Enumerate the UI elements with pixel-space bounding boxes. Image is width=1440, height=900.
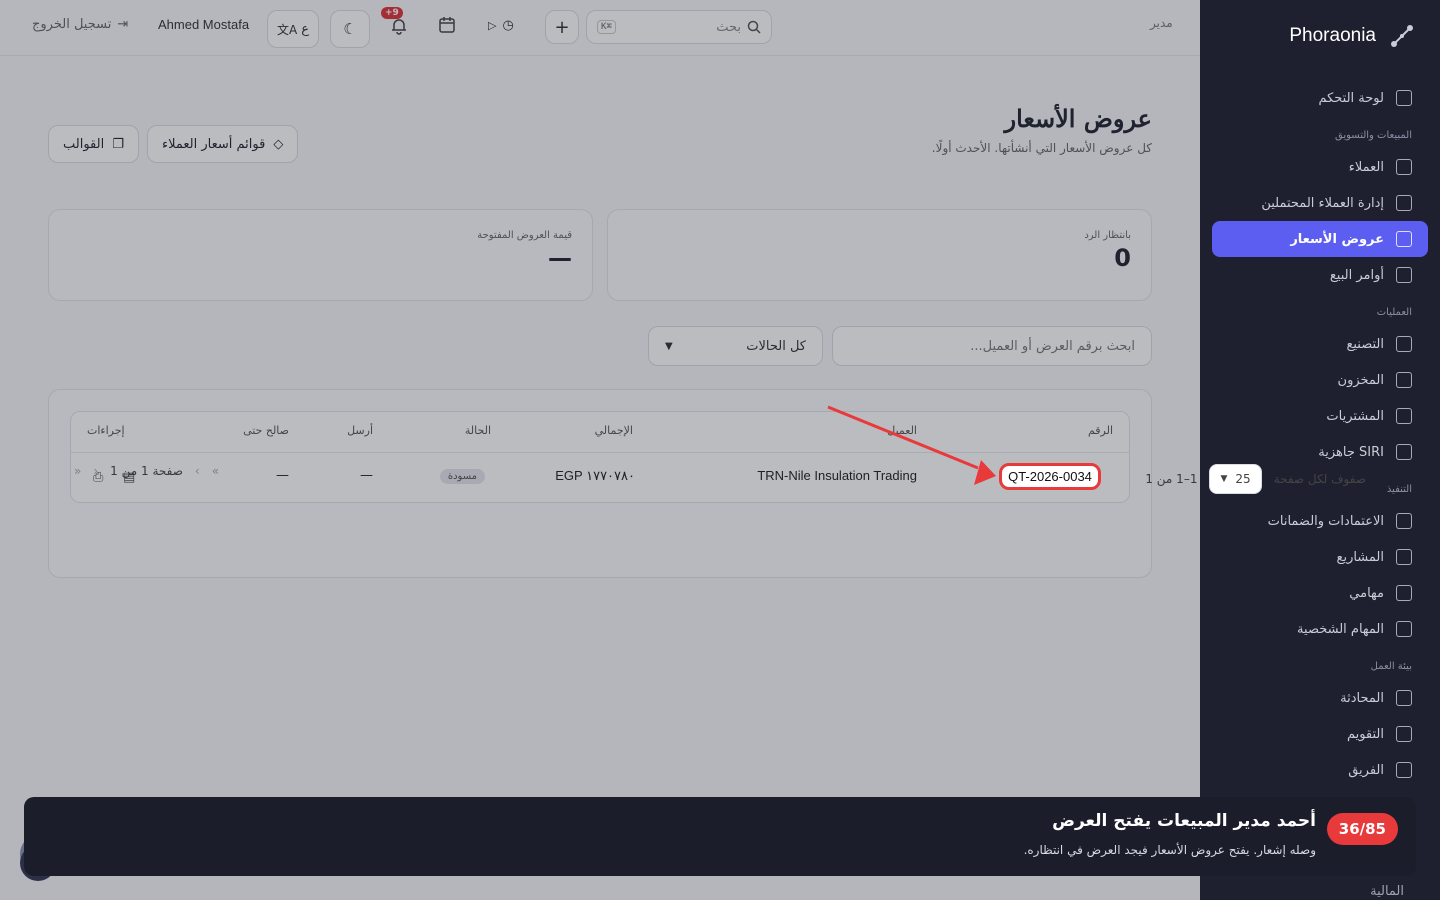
sidebar-item[interactable]: أوامر البيع	[1212, 257, 1428, 293]
sidebar-item-label: الفريق	[1348, 762, 1384, 778]
sidebar-item[interactable]: المشاريع	[1212, 539, 1428, 575]
brand[interactable]: Phoraonia	[1200, 0, 1440, 72]
tour-overlay	[0, 0, 1200, 900]
sidebar-item[interactable]: التقويم	[1212, 716, 1428, 752]
sidebar-item[interactable]: العملاء	[1212, 149, 1428, 185]
tour-step-panel: 36/85 أحمد مدير المبيعات يفتح العرض وصله…	[24, 797, 1416, 876]
sidebar-item[interactable]: المهام الشخصية	[1212, 611, 1428, 647]
gauge-icon	[1396, 444, 1412, 460]
sidebar-item-label: المحادثة	[1340, 690, 1384, 706]
customers-icon	[1396, 159, 1412, 175]
sidebar-item-label: عروض الأسعار	[1290, 231, 1384, 247]
sidebar-item-label: إدارة العملاء المحتملين	[1261, 195, 1384, 211]
sidebar-item-label: أوامر البيع	[1329, 267, 1384, 283]
warehouse-icon	[1396, 372, 1412, 388]
sidebar-item-label: المخزون	[1337, 372, 1384, 388]
sidebar-item-label: المهام الشخصية	[1297, 621, 1384, 637]
rows-per-page-label: صفوف لكل صفحة	[1273, 472, 1366, 486]
sidebar-item-label: المشتريات	[1326, 408, 1384, 424]
sidebar: Phoraonia لوحة التحكم المبيعات والتسويق ال…	[1200, 0, 1440, 900]
sidebar-item[interactable]: التصنيع	[1212, 326, 1428, 362]
rows-per-page-value: 25	[1235, 472, 1251, 486]
logo-icon	[1388, 22, 1416, 50]
chevron-down-icon: ▼	[1220, 474, 1228, 484]
sidebar-item[interactable]: المخزون	[1212, 362, 1428, 398]
sidebar-section-label: العمليات	[1376, 307, 1412, 318]
sidebar-item[interactable]: مهامي	[1212, 575, 1428, 611]
team-icon	[1396, 762, 1412, 778]
personal-tasks-icon	[1396, 621, 1412, 637]
chat-icon	[1396, 690, 1412, 706]
sidebar-item-label: SIRI جاهزية	[1318, 444, 1384, 460]
certificate-icon	[1396, 513, 1412, 529]
tour-step-title: أحمد مدير المبيعات يفتح العرض	[1052, 811, 1316, 831]
sidebar-item[interactable]: إدارة العملاء المحتملين	[1212, 185, 1428, 221]
tour-step-counter: 36/85	[1326, 813, 1398, 845]
sidebar-item[interactable]: الفريق	[1212, 752, 1428, 788]
cart-icon	[1396, 408, 1412, 424]
sidebar-section-label: المبيعات والتسويق	[1335, 130, 1412, 141]
sidebar-item[interactable]: لوحة التحكم	[1212, 80, 1428, 116]
sidebar-item-label: التصنيع	[1346, 336, 1384, 352]
sidebar-section-label: بيئة العمل	[1370, 661, 1412, 672]
rows-per-page-select[interactable]: 25 ▼	[1209, 464, 1262, 494]
sidebar-item[interactable]: الاعتمادات والضمانات	[1212, 503, 1428, 539]
brand-name: Phoraonia	[1289, 25, 1376, 46]
tasks-icon	[1396, 585, 1412, 601]
sidebar-item[interactable]: المحادثة	[1212, 680, 1428, 716]
sidebar-item-label: التقويم	[1346, 726, 1384, 742]
document-icon	[1396, 231, 1412, 247]
sidebar-item-label: الاعتمادات والضمانات	[1267, 513, 1384, 529]
target-icon	[1396, 195, 1412, 211]
calendar-icon	[1396, 726, 1412, 742]
tour-step-description: وصله إشعار. يفتح عروض الأسعار فيجد العرض…	[1023, 843, 1316, 857]
clipboard-icon	[1396, 267, 1412, 283]
sidebar-item[interactable]: المشتريات	[1212, 398, 1428, 434]
sidebar-item-label: العملاء	[1348, 159, 1384, 175]
dashboard-icon	[1396, 90, 1412, 106]
sidebar-item-finance[interactable]: المالية	[1370, 884, 1404, 899]
factory-icon	[1396, 336, 1412, 352]
sidebar-nav: لوحة التحكم المبيعات والتسويق العملاء إدارة…	[1200, 72, 1440, 796]
quote-number-link[interactable]: QT-2026-0034	[999, 463, 1101, 490]
sidebar-item-label: لوحة التحكم	[1318, 90, 1384, 106]
sidebar-item[interactable]: عروض الأسعار	[1212, 221, 1428, 257]
projects-icon	[1396, 549, 1412, 565]
sidebar-item-label: مهامي	[1349, 585, 1384, 601]
sidebar-item-label: المشاريع	[1336, 549, 1384, 565]
